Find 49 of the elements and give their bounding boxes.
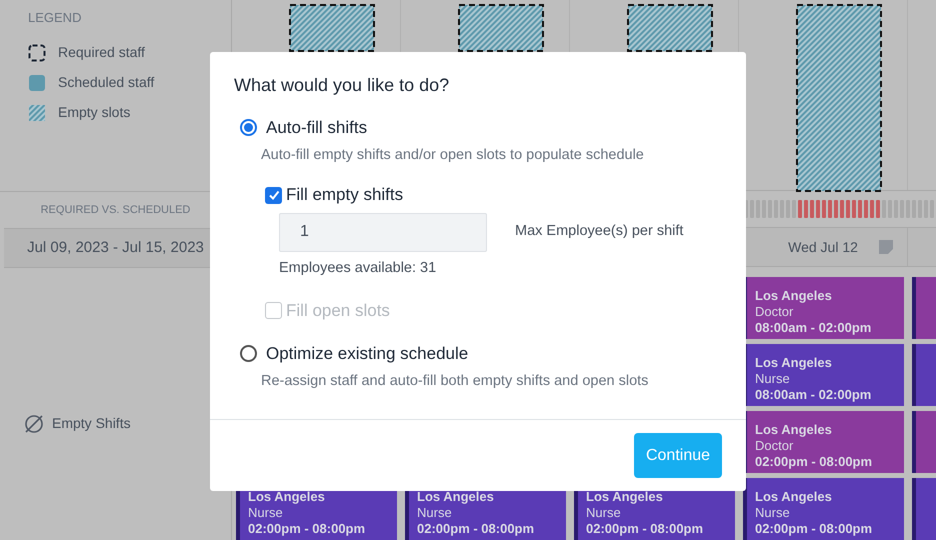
shift-card[interactable]: Los Angeles Doctor 02:00pm - 08:00pm [743, 411, 904, 473]
legend-label: Required staff [58, 43, 145, 62]
shift-time: 02:00pm - 08:00pm [755, 521, 874, 537]
shift-role: Doctor [755, 438, 794, 454]
shift-role: Doctor [755, 304, 794, 320]
legend-label: Empty slots [58, 103, 130, 122]
shift-location: Los Angeles [755, 489, 833, 505]
dashed-square-icon [28, 44, 46, 62]
shift-location: Los Angeles [586, 489, 664, 505]
option-description: Auto-fill empty shifts and/or open slots to populate schedule [260, 146, 645, 164]
shift-location: Los Angeles [755, 355, 833, 371]
section-label: REQUIRED VS. SCHEDULED [40, 202, 190, 218]
field-label: Max Employee(s) per shift [515, 222, 684, 242]
square-icon [29, 74, 45, 90]
shift-time: 08:00am - 02:00pm [755, 320, 872, 336]
shift-role: Nurse [248, 505, 284, 521]
shift-role: Nurse [417, 505, 453, 521]
shift-location: Los Angeles [755, 422, 833, 438]
shift-card[interactable]: Los Angeles Nurse 08:00am - 02:00pm [743, 344, 904, 406]
shift-card[interactable]: Los Angeles Nurse 02:00pm - 08:00pm [743, 478, 904, 540]
shift-role: Nurse [755, 371, 791, 387]
shift-location: Los Angeles [417, 489, 495, 505]
availability-note: Employees available: 31 [278, 258, 438, 278]
radio-button[interactable] [240, 345, 257, 362]
shift-time: 02:00pm - 08:00pm [417, 521, 536, 537]
legend-label: Scheduled staff [58, 73, 154, 92]
note-icon[interactable] [879, 240, 893, 254]
shift-location: Los Angeles [248, 489, 326, 505]
option-label[interactable]: Optimize existing schedule [266, 341, 468, 366]
shift-time: 08:00am - 02:00pm [755, 387, 872, 403]
checkbox[interactable] [265, 186, 282, 204]
shift-card[interactable]: Los Angeles Doctor 08:00am - 02:00pm [743, 277, 904, 339]
hatched-square-icon [29, 104, 45, 120]
radio-button[interactable] [240, 119, 257, 136]
shift-time: 02:00pm - 08:00pm [248, 521, 366, 537]
shift-location: Los Angeles [755, 288, 833, 304]
shift-role: Nurse [755, 505, 791, 521]
legend-title: LEGEND [28, 9, 82, 27]
empty-circle-icon [24, 414, 44, 434]
shift-time: 02:00pm - 08:00pm [586, 521, 704, 537]
shift-role: Nurse [586, 505, 622, 521]
option-description: Re-assign staff and auto-fill both empty shifts and open slots [260, 372, 650, 390]
option-label[interactable]: Auto-fill shifts [266, 115, 368, 140]
dialog-title: What would you like to do? [234, 74, 450, 97]
shift-time: 02:00pm - 08:00pm [755, 454, 874, 470]
max-employees-field[interactable]: 1 [279, 212, 487, 252]
empty-shifts-label: Empty Shifts [52, 414, 131, 433]
checkbox-label[interactable]: Fill empty shifts [286, 182, 404, 208]
day-header: Wed Jul 12 [788, 238, 858, 257]
